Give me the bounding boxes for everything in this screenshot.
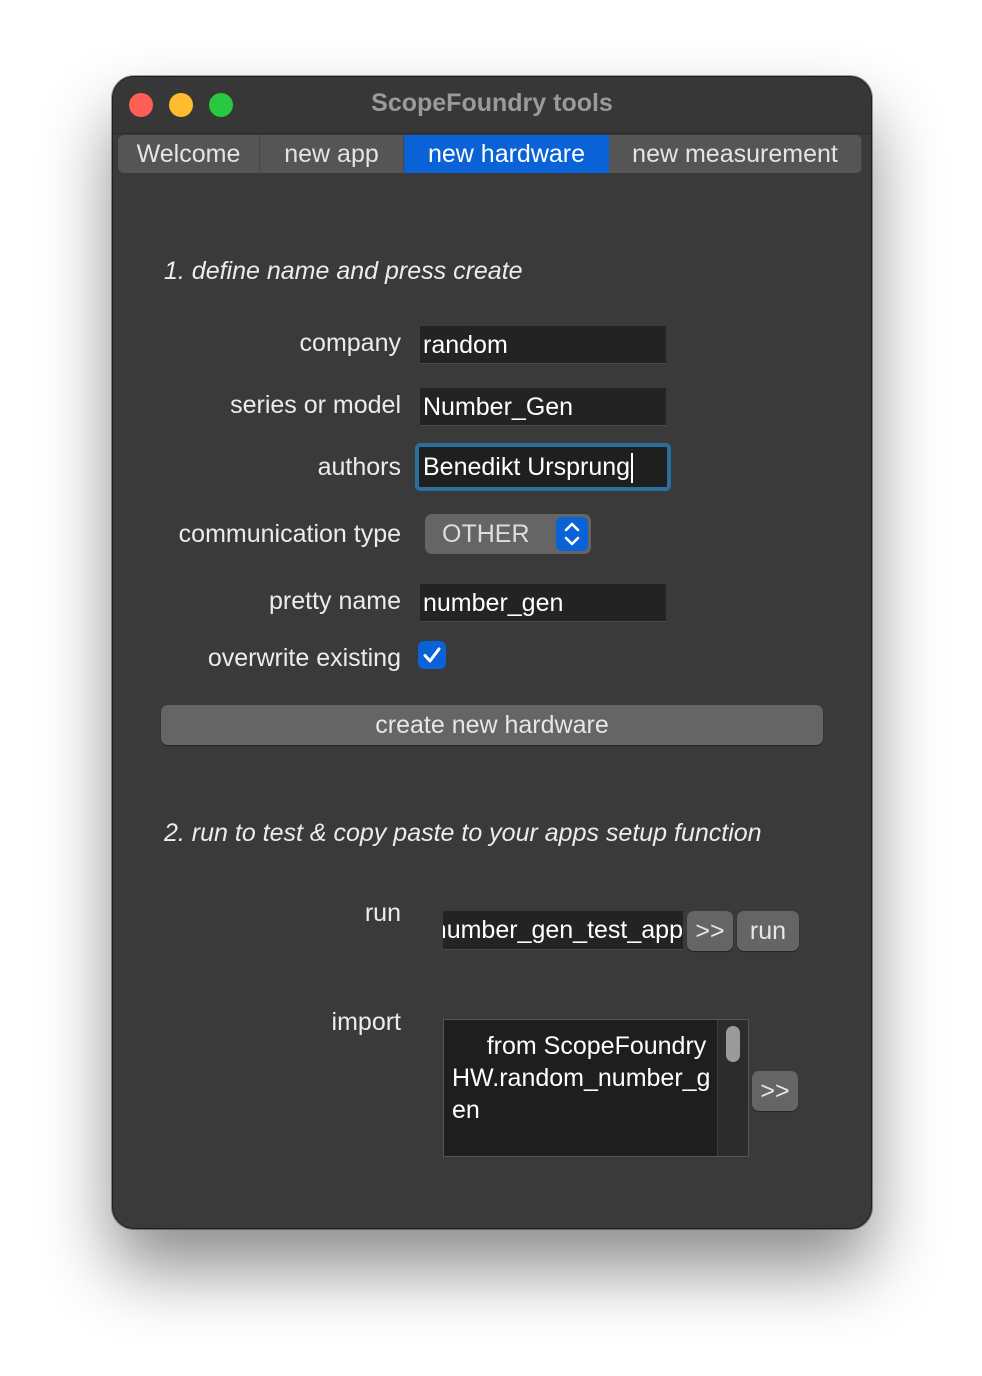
overwrite-existing-checkbox[interactable] (418, 641, 446, 669)
tab-new-app[interactable]: new app (260, 135, 404, 173)
pretty-name-field[interactable]: number_gen (420, 584, 666, 622)
communication-type-label: communication type (178, 520, 401, 548)
text-caret (631, 453, 634, 484)
communication-type-select[interactable]: OTHER (425, 514, 591, 554)
section-1-title: 1. define name and press create (164, 257, 523, 285)
pretty-name-label: pretty name (268, 587, 401, 615)
run-label: run (364, 899, 401, 927)
tab-bar: Welcome new app new hardware new measure… (118, 135, 862, 173)
tab-new-hardware[interactable]: new hardware (404, 135, 609, 173)
company-label: company (299, 329, 401, 357)
section-2-title: 2. run to test & copy paste to your apps… (164, 819, 762, 847)
overwrite-existing-label: overwrite existing (207, 644, 401, 672)
checkmark-icon (423, 647, 441, 663)
copy-import-button[interactable]: >> (752, 1071, 798, 1111)
authors-field[interactable]: Benedikt Ursprung (415, 443, 671, 491)
import-scrollbar[interactable] (717, 1020, 748, 1156)
chevron-up-down-icon (556, 517, 588, 551)
scrollbar-thumb[interactable] (726, 1026, 740, 1062)
company-field[interactable]: random (420, 326, 666, 364)
communication-type-value: OTHER (442, 520, 530, 548)
run-button[interactable]: run (737, 911, 799, 951)
import-text: from ScopeFoundryHW.random_number_gen (452, 1032, 711, 1124)
import-textbox[interactable]: from ScopeFoundryHW.random_number_gen (443, 1019, 749, 1157)
window-title: ScopeFoundry tools (371, 89, 613, 117)
create-new-hardware-button[interactable]: create new hardware (161, 705, 823, 745)
authors-value: Benedikt Ursprung (423, 453, 631, 481)
app-window: ScopeFoundry tools Welcome new app new h… (112, 76, 872, 1229)
tab-new-measurement[interactable]: new measurement (609, 135, 862, 173)
series-field[interactable]: Number_Gen (420, 388, 666, 426)
title-bar[interactable]: ScopeFoundry tools (113, 77, 871, 134)
series-label: series or model (230, 391, 401, 419)
run-command-value: number_gen_test_app (443, 916, 683, 944)
run-command-field[interactable]: number_gen_test_app (443, 911, 683, 950)
copy-run-button[interactable]: >> (687, 911, 733, 951)
authors-label: authors (317, 453, 401, 481)
import-label: import (331, 1008, 401, 1036)
tab-welcome[interactable]: Welcome (118, 135, 260, 173)
